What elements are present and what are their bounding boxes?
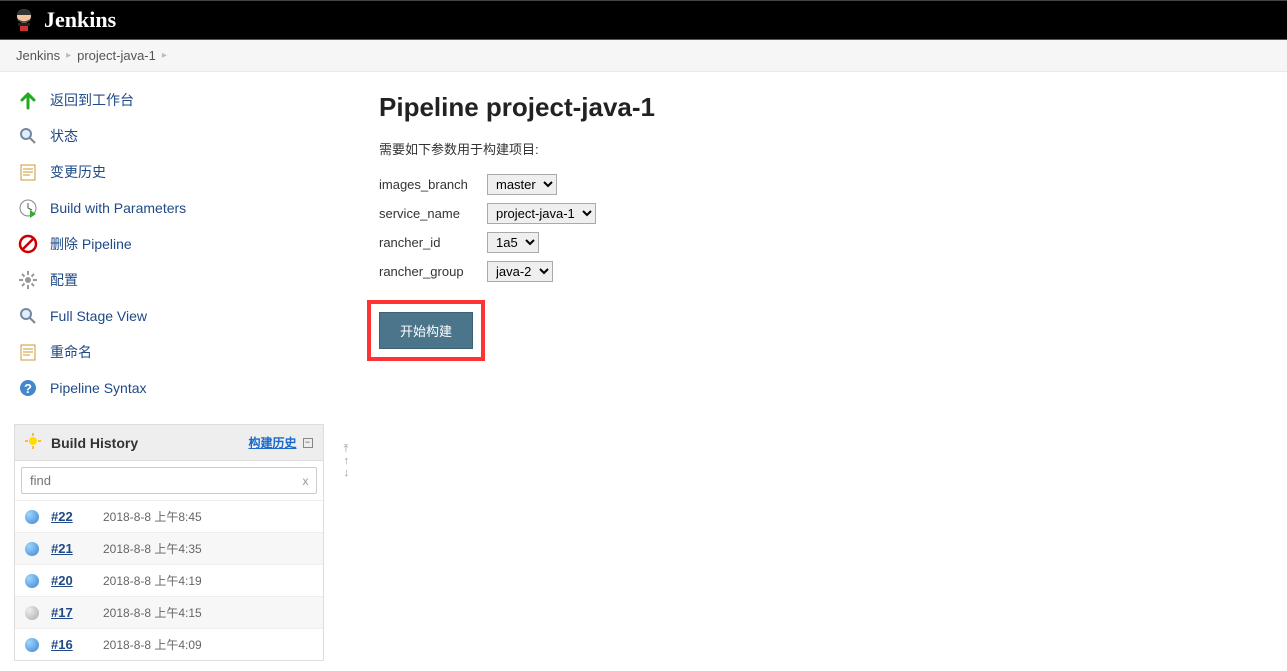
build-number-link[interactable]: #17 — [51, 605, 91, 620]
status-ball-icon — [25, 606, 39, 620]
sidebar-item-label: 返回到工作台 — [50, 90, 134, 110]
param-select-rancher_group[interactable]: java-2 — [487, 261, 553, 282]
breadcrumbs: Jenkins ▸ project-java-1 ▸ — [0, 40, 1287, 72]
sidebar-item-label: 变更历史 — [50, 162, 106, 182]
brand-text: Jenkins — [44, 7, 116, 33]
sidebar-item-label: Build with Parameters — [50, 200, 186, 216]
breadcrumb-separator-icon: ▸ — [162, 50, 167, 61]
sidebar-item-build-params[interactable]: Build with Parameters — [0, 190, 355, 226]
magnifier-icon — [16, 124, 40, 148]
param-select-images_branch[interactable]: master — [487, 174, 557, 195]
history-title: Build History — [51, 435, 138, 451]
no-entry-icon — [16, 232, 40, 256]
status-ball-icon — [25, 510, 39, 524]
notes-icon — [16, 340, 40, 364]
param-row: rancher_group java-2 — [379, 261, 1263, 282]
param-row: service_name project-java-1 — [379, 203, 1263, 224]
sidebar-item-changes[interactable]: 变更历史 — [0, 154, 355, 190]
sidebar-item-label: Pipeline Syntax — [50, 380, 147, 396]
topbar: Jenkins — [0, 0, 1287, 40]
clock-play-icon — [16, 196, 40, 220]
jenkins-head-icon — [12, 6, 36, 34]
build-button-highlight: 开始构建 — [367, 300, 485, 361]
scroll-up-icon[interactable]: ↑ — [344, 456, 350, 467]
build-timestamp: 2018-8-8 上午4:09 — [103, 636, 202, 653]
help-icon: ? — [16, 376, 40, 400]
param-row: images_branch master — [379, 174, 1263, 195]
param-label: rancher_group — [379, 264, 483, 279]
notes-icon — [16, 160, 40, 184]
sidebar-item-label: 删除 Pipeline — [50, 234, 132, 254]
breadcrumb-jenkins[interactable]: Jenkins — [16, 48, 60, 63]
magnifier-icon — [16, 304, 40, 328]
params-intro: 需要如下参数用于构建项目: — [379, 139, 1263, 158]
sidebar-item-configure[interactable]: 配置 — [0, 262, 355, 298]
collapse-icon[interactable]: − — [303, 438, 313, 448]
sidebar-item-label: 重命名 — [50, 342, 92, 362]
main-panel: Pipeline project-java-1 需要如下参数用于构建项目: im… — [355, 72, 1287, 671]
build-timestamp: 2018-8-8 上午4:35 — [103, 540, 202, 557]
build-timestamp: 2018-8-8 上午4:15 — [103, 604, 202, 621]
history-find-input[interactable] — [21, 467, 317, 494]
param-select-rancher_id[interactable]: 1a5 — [487, 232, 539, 253]
sidebar-item-rename[interactable]: 重命名 — [0, 334, 355, 370]
jenkins-logo[interactable]: Jenkins — [12, 6, 116, 34]
breadcrumb-separator-icon: ▸ — [66, 50, 71, 61]
build-row[interactable]: #17 2018-8-8 上午4:15 — [15, 596, 323, 628]
trend-link[interactable]: 构建历史 — [248, 434, 296, 451]
build-number-link[interactable]: #22 — [51, 509, 91, 524]
build-number-link[interactable]: #16 — [51, 637, 91, 652]
sidebar-item-syntax[interactable]: ? Pipeline Syntax — [0, 370, 355, 406]
sidebar-item-label: 状态 — [50, 126, 78, 146]
sidebar-item-stageview[interactable]: Full Stage View — [0, 298, 355, 334]
scroll-top-icon[interactable]: ⤒ — [344, 444, 350, 455]
build-row[interactable]: #21 2018-8-8 上午4:35 — [15, 532, 323, 564]
sidebar-item-back[interactable]: 返回到工作台 — [0, 82, 355, 118]
sidebar: 返回到工作台 状态 变更历史 Build with Parameters 删除 … — [0, 72, 355, 671]
build-timestamp: 2018-8-8 上午4:19 — [103, 572, 202, 589]
build-number-link[interactable]: #21 — [51, 541, 91, 556]
param-label: service_name — [379, 206, 483, 221]
build-row[interactable]: #20 2018-8-8 上午4:19 — [15, 564, 323, 596]
build-row[interactable]: #22 2018-8-8 上午8:45 — [15, 500, 323, 532]
build-number-link[interactable]: #20 — [51, 573, 91, 588]
param-label: images_branch — [379, 177, 483, 192]
status-ball-icon — [25, 574, 39, 588]
build-history-panel: Build History 构建历史 − x #22 2018-8-8 上午8:… — [14, 424, 324, 661]
param-label: rancher_id — [379, 235, 483, 250]
up-arrow-icon — [16, 88, 40, 112]
sun-icon — [25, 433, 41, 452]
sidebar-item-label: Full Stage View — [50, 308, 147, 324]
sidebar-item-status[interactable]: 状态 — [0, 118, 355, 154]
status-ball-icon — [25, 542, 39, 556]
sidebar-item-label: 配置 — [50, 270, 78, 290]
sidebar-item-delete[interactable]: 删除 Pipeline — [0, 226, 355, 262]
clear-icon[interactable]: x — [303, 474, 309, 488]
status-ball-icon — [25, 638, 39, 652]
build-timestamp: 2018-8-8 上午8:45 — [103, 508, 202, 525]
gear-icon — [16, 268, 40, 292]
build-button[interactable]: 开始构建 — [379, 312, 473, 349]
breadcrumb-project[interactable]: project-java-1 — [77, 48, 156, 63]
param-select-service_name[interactable]: project-java-1 — [487, 203, 596, 224]
build-row[interactable]: #16 2018-8-8 上午4:09 — [15, 628, 323, 660]
param-row: rancher_id 1a5 — [379, 232, 1263, 253]
page-title: Pipeline project-java-1 — [379, 92, 1263, 123]
svg-text:?: ? — [24, 381, 32, 396]
scroll-down-icon[interactable]: ↓ — [344, 468, 350, 479]
